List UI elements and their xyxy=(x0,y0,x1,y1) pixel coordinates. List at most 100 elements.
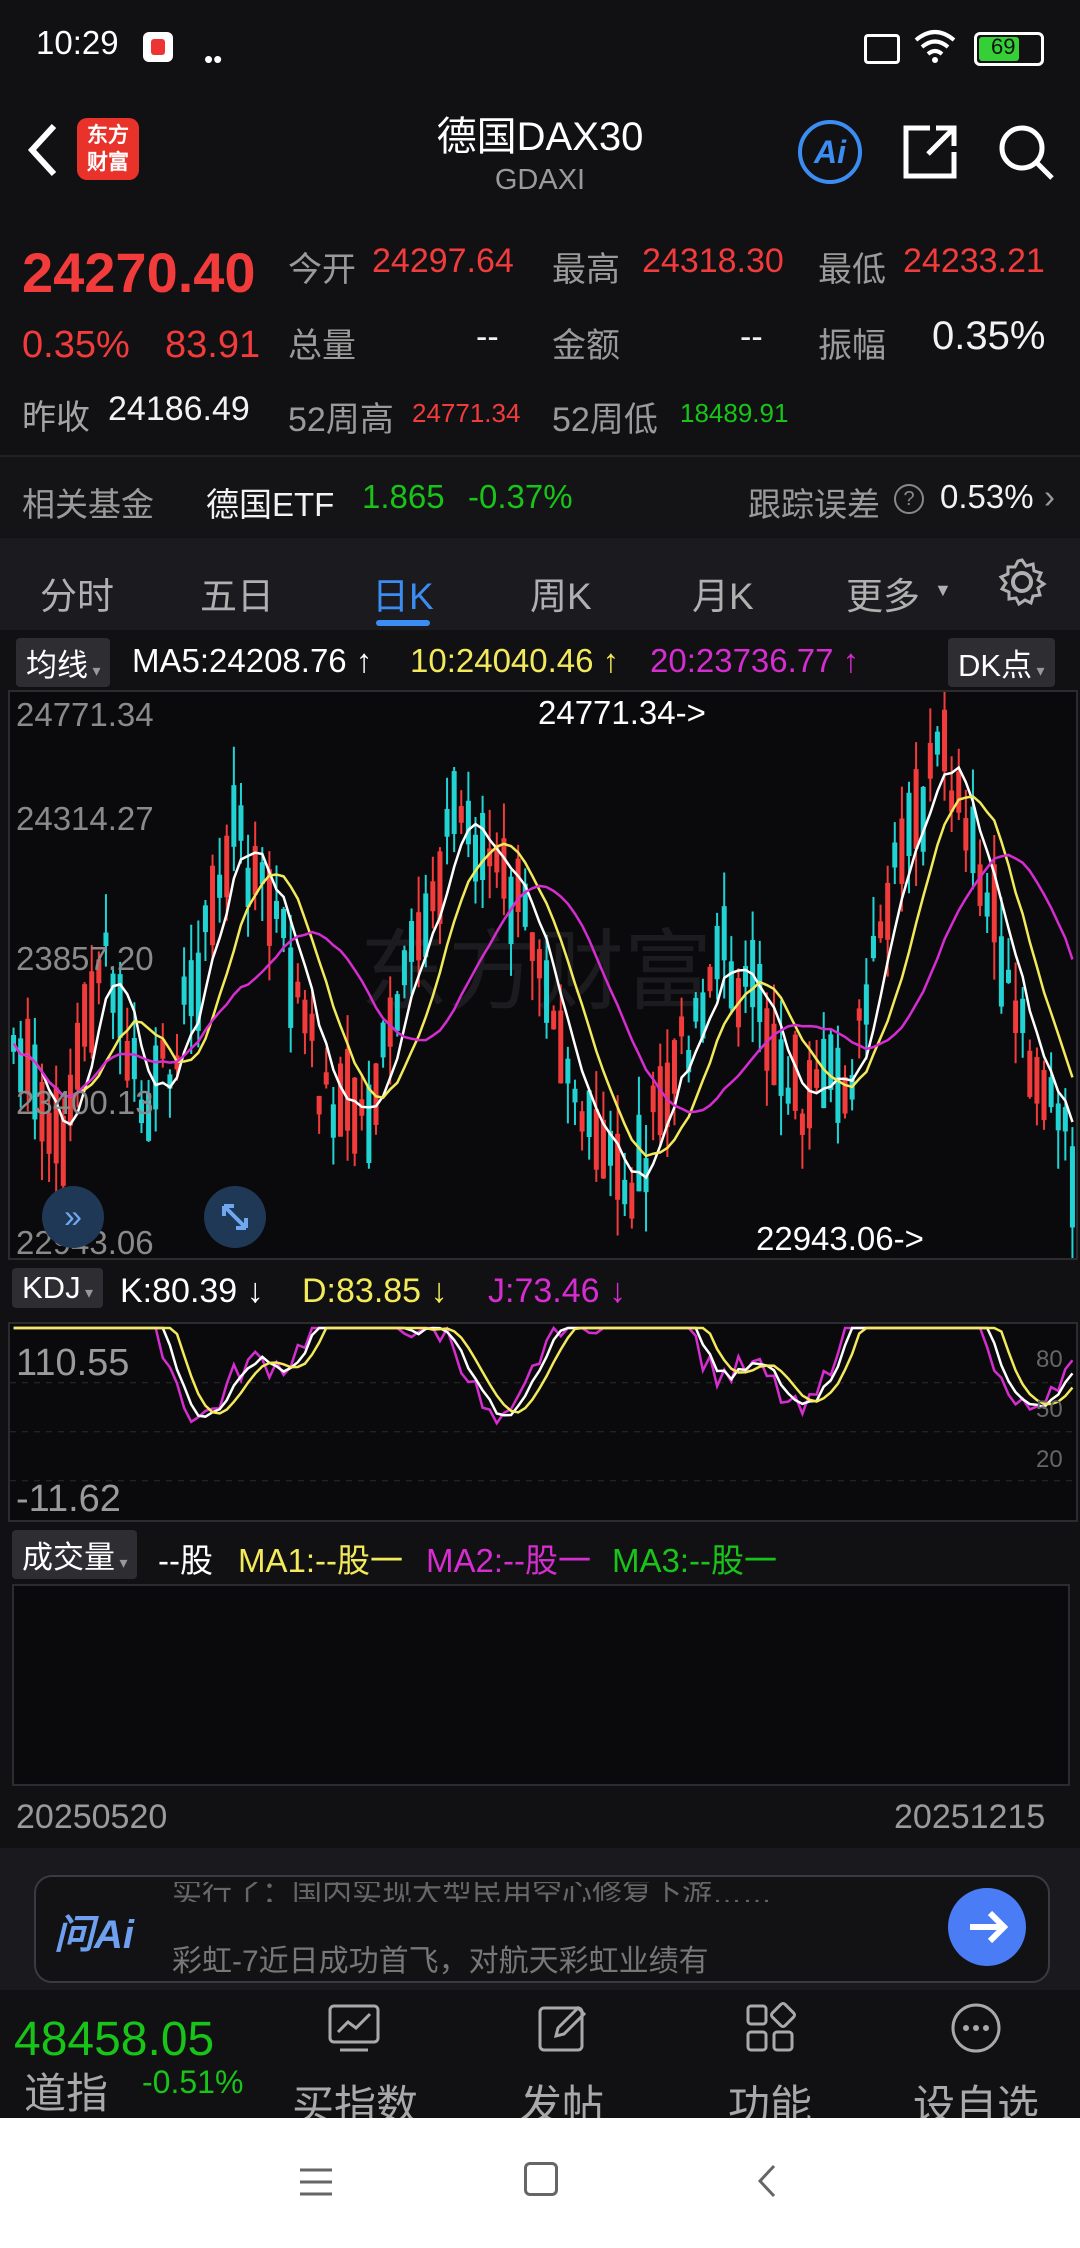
candle-body xyxy=(977,864,983,906)
volume-value: -- xyxy=(476,318,499,356)
share-icon[interactable] xyxy=(900,122,960,182)
last-price: 24270.40 xyxy=(22,241,256,304)
arrow-down-icon: ↓ xyxy=(421,1272,448,1310)
kdj-chart[interactable] xyxy=(8,1322,1078,1522)
ma-selector-label: 均线 xyxy=(26,648,88,683)
kdj-axis-bottom: -11.62 xyxy=(16,1478,121,1520)
grid-icon xyxy=(742,2000,798,2056)
dropdown-arrow-icon: ▾ xyxy=(88,663,101,680)
volume-chart[interactable] xyxy=(12,1584,1070,1786)
ai-send-button[interactable] xyxy=(948,1888,1026,1966)
candle-body xyxy=(409,921,415,962)
open-value: 24297.64 xyxy=(372,242,514,280)
bottom-index-change: -0.51% xyxy=(142,2064,244,2100)
candle-body xyxy=(657,1066,663,1136)
candle-body xyxy=(1013,1000,1019,1033)
arrow-up-icon: ↑ xyxy=(593,642,620,679)
candle-body xyxy=(245,867,251,908)
expand-left-button[interactable]: » xyxy=(42,1186,104,1248)
candle-body xyxy=(757,963,763,1023)
prev-close-value: 24186.49 xyxy=(108,390,250,428)
candle-body xyxy=(444,808,450,837)
dropdown-arrow-icon: ▾ xyxy=(80,1285,94,1302)
help-icon[interactable]: ? xyxy=(894,484,924,514)
candle-body xyxy=(856,1008,862,1021)
tracking-error-label: 跟踪误差 xyxy=(748,486,880,523)
ai-button[interactable]: Ai xyxy=(798,120,862,184)
gear-icon[interactable] xyxy=(996,556,1048,608)
bottom-index-name[interactable]: 道指 xyxy=(24,2060,108,2121)
tab-weekly-k[interactable]: 周K xyxy=(530,566,592,620)
candle-body xyxy=(828,1034,834,1090)
candle-body xyxy=(302,999,308,1034)
candle-body xyxy=(337,1063,343,1137)
candle-body xyxy=(274,900,279,919)
candle-body xyxy=(1069,1146,1075,1228)
candle-body xyxy=(451,771,457,835)
candle-body xyxy=(309,1013,315,1041)
candle-body xyxy=(714,925,720,980)
kdj-selector[interactable]: KDJ ▾ xyxy=(12,1268,104,1308)
candle-body xyxy=(579,1111,585,1132)
candle-body xyxy=(458,806,464,823)
candle-body xyxy=(906,792,912,856)
tab-intraday[interactable]: 分时 xyxy=(40,566,114,620)
bottom-index-value[interactable]: 48458.05 xyxy=(14,2012,214,2067)
candle-body xyxy=(785,1087,791,1104)
dk-point-button[interactable]: DK点 ▾ xyxy=(948,638,1055,687)
fund-name[interactable]: 德国ETF xyxy=(206,478,334,526)
candle-body xyxy=(565,1058,571,1084)
period-tabs: 分时 五日 日K 周K 月K 更多 ▼ xyxy=(0,538,1080,630)
back-nav-icon[interactable] xyxy=(752,2162,782,2200)
open-label: 今开 xyxy=(288,251,356,289)
tracking-error-value: 0.53% xyxy=(940,478,1034,515)
more-circle-icon xyxy=(948,2000,1004,2056)
candle-body xyxy=(963,818,969,851)
candle-body xyxy=(266,869,272,946)
ma20-value: 20:23736.77 xyxy=(650,642,834,679)
candle-body xyxy=(366,1084,372,1164)
candle-body xyxy=(323,1072,329,1085)
candle-body xyxy=(1020,998,1026,1034)
candle-body xyxy=(330,1104,336,1138)
system-nav-bar xyxy=(0,2118,1080,2248)
candle-body xyxy=(295,981,301,998)
home-icon[interactable] xyxy=(524,2162,558,2196)
volume-selector-label: 成交量 xyxy=(22,1540,115,1575)
candle-body xyxy=(401,950,407,986)
dropdown-arrow-icon: ▾ xyxy=(1032,663,1045,680)
candle-body xyxy=(998,936,1004,1007)
fullscreen-icon[interactable] xyxy=(204,1186,266,1248)
sim-icon xyxy=(864,34,900,64)
volume-selector[interactable]: 成交量 ▾ xyxy=(12,1530,138,1579)
amount-label: 金额 xyxy=(552,327,620,365)
amplitude-value: 0.35% xyxy=(932,314,1046,358)
candle-body xyxy=(416,912,422,961)
tab-more[interactable]: 更多 xyxy=(846,566,920,620)
status-time: 10:29 xyxy=(36,24,119,61)
candle-body xyxy=(835,1047,841,1123)
kdj-selector-label: KDJ xyxy=(22,1270,81,1305)
wifi-icon xyxy=(914,28,956,64)
tab-daily-k[interactable]: 日K xyxy=(372,566,434,620)
chart-icon xyxy=(326,2000,382,2056)
kdj-k-value: K:80.39 xyxy=(120,1272,238,1310)
candle-body xyxy=(629,1182,635,1219)
ma-selector[interactable]: 均线 ▾ xyxy=(16,638,111,687)
menu-icon[interactable] xyxy=(298,2164,334,2200)
candle-body xyxy=(863,984,869,1025)
candle-body xyxy=(913,769,919,849)
candlestick-chart[interactable]: 东方财富 xyxy=(8,690,1078,1260)
candle-body xyxy=(842,1076,848,1114)
more-notifications-icon: •• xyxy=(204,44,223,74)
kdj-axis-50: 50 xyxy=(1036,1396,1063,1423)
tab-five-day[interactable]: 五日 xyxy=(200,566,274,620)
volume-label: 总量 xyxy=(288,327,356,365)
arrow-down-icon: ↓ xyxy=(599,1272,626,1310)
candle-body xyxy=(217,874,223,898)
candle-body xyxy=(181,976,187,1005)
candle-body xyxy=(728,961,734,1009)
search-icon[interactable] xyxy=(996,122,1056,182)
candle-body xyxy=(920,786,926,852)
tab-monthly-k[interactable]: 月K xyxy=(692,566,754,620)
